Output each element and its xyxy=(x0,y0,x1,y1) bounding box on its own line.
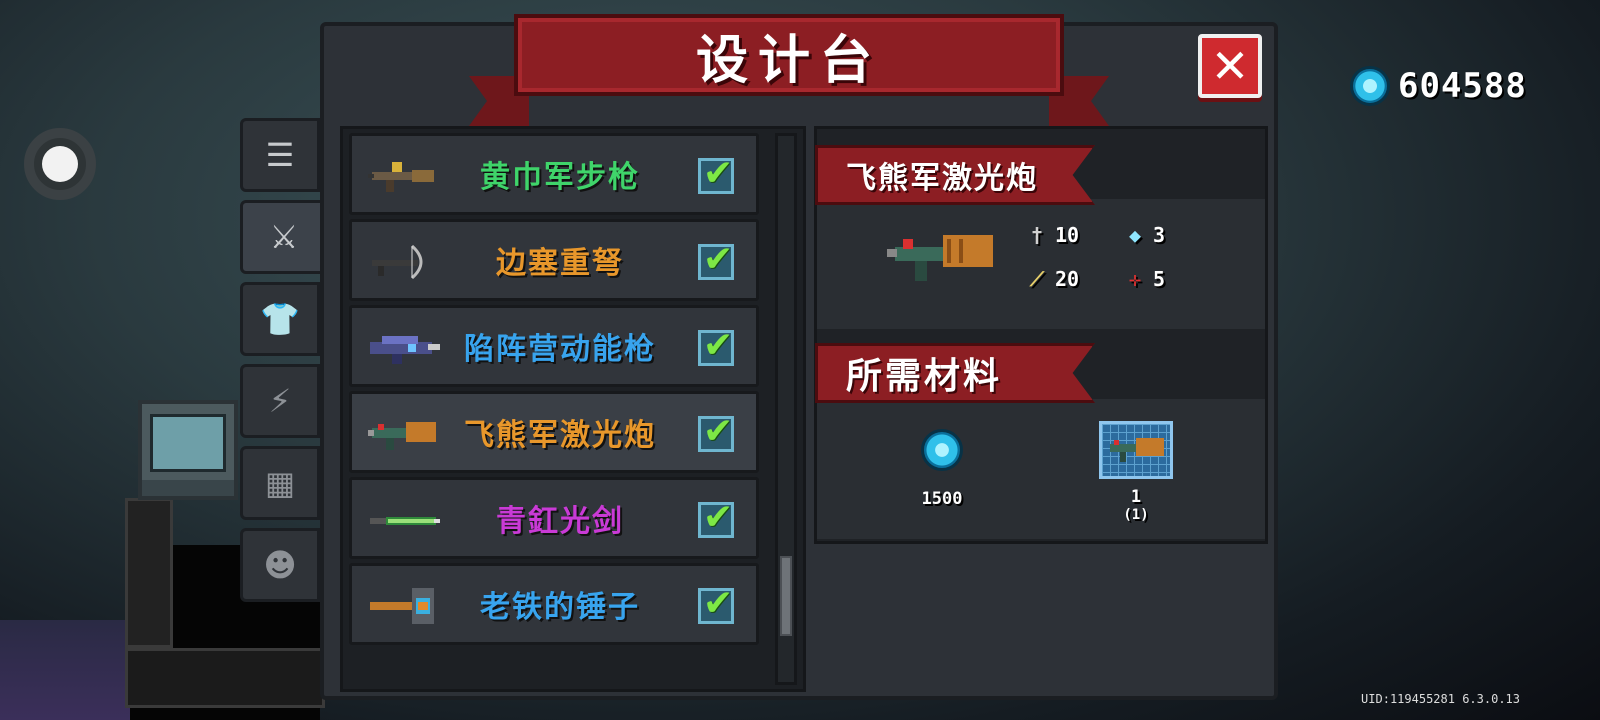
monitor-base xyxy=(142,480,234,496)
joystick-knob[interactable] xyxy=(42,146,78,182)
recipe-name: 黄巾军步枪 xyxy=(480,160,640,195)
material-blueprint: 1 (1) xyxy=(1099,421,1173,523)
laser-cannon-preview-icon xyxy=(887,235,993,281)
tab-weapons[interactable]: ⚔ xyxy=(240,200,328,274)
checkmark-icon: ✔ xyxy=(703,497,734,538)
dialog-title: 设计台 xyxy=(695,30,882,91)
title-ribbon: 设计台 xyxy=(514,14,1064,96)
materials-banner: 所需材料 xyxy=(815,343,1095,403)
checkmark-icon: ✔ xyxy=(703,325,734,366)
computer-monitor xyxy=(138,400,238,500)
recipe-item-3[interactable]: 飞熊军激光炮 ✔ xyxy=(349,391,759,473)
uid-version-label: UID:119455281 6.3.0.13 xyxy=(1361,692,1520,706)
tab-list[interactable]: ☰ xyxy=(240,118,320,192)
checkmark-icon: ✔ xyxy=(703,583,734,624)
diamond-icon: ◆ xyxy=(1128,223,1142,247)
energy-gun-icon xyxy=(370,336,440,364)
scroll-thumb[interactable] xyxy=(780,556,792,636)
recipe-list-scrollbar[interactable] xyxy=(775,133,797,685)
checkbox[interactable]: ✔ xyxy=(698,239,734,280)
material-gems: 1500 xyxy=(921,429,963,509)
checkbox[interactable]: ✔ xyxy=(698,153,734,194)
close-x-icon: ✕ xyxy=(1210,39,1250,93)
monitor-screen xyxy=(150,414,226,472)
tab-skills[interactable]: ⚡ xyxy=(240,364,320,438)
armor-icon: 👕 xyxy=(260,300,300,338)
stat-damage: † 10 xyxy=(1025,223,1079,247)
stat-energy: ◆ 3 xyxy=(1123,223,1165,247)
floor-bar xyxy=(125,648,325,708)
close-button[interactable]: ✕ xyxy=(1198,34,1262,98)
recipe-item-2[interactable]: 陷阵营动能枪 ✔ xyxy=(349,305,759,387)
lightsaber-icon xyxy=(370,517,440,525)
materials-icon: ▦ xyxy=(264,464,296,502)
checkmark-icon: ✔ xyxy=(703,411,734,452)
recipe-item-5[interactable]: 老铁的锤子 ✔ xyxy=(349,563,759,645)
tab-materials[interactable]: ▦ xyxy=(240,446,320,520)
weapon-name-banner: 飞熊军激光炮 xyxy=(815,145,1095,205)
blue-gem-icon xyxy=(921,429,963,471)
checkbox[interactable]: ✔ xyxy=(698,325,734,366)
hammer-icon xyxy=(370,588,434,624)
lightning-icon: ⚡ xyxy=(268,382,292,420)
recipe-item-4[interactable]: 青釭光剑 ✔ xyxy=(349,477,759,559)
recipe-name: 飞熊军激光炮 xyxy=(464,418,656,453)
crossbow-icon xyxy=(372,244,423,280)
accuracy-value: 5 xyxy=(1153,267,1166,291)
checkbox[interactable]: ✔ xyxy=(698,411,734,452)
recipe-list[interactable]: 黄巾军步枪 ✔ 边塞重弩 ✔ 陷阵营动能枪 ✔ 飞熊军激光炮 ✔ 青釭光剑 ✔ … xyxy=(340,126,806,692)
tab-characters[interactable]: ☻ xyxy=(240,528,320,602)
currency-display: 604588 xyxy=(1350,66,1527,106)
list-icon: ☰ xyxy=(265,136,295,174)
blue-gem-icon xyxy=(1350,66,1390,106)
crit-blade-icon: ⟋ xyxy=(1030,267,1044,291)
recipe-name: 老铁的锤子 xyxy=(480,590,640,625)
currency-amount: 604588 xyxy=(1398,66,1527,106)
checkbox[interactable]: ✔ xyxy=(698,583,734,624)
checkmark-icon: ✔ xyxy=(703,239,734,280)
recipe-name: 青釭光剑 xyxy=(496,504,624,539)
tab-armor[interactable]: 👕 xyxy=(240,282,320,356)
material-qty: 1 xyxy=(1130,487,1142,507)
recipe-item-0[interactable]: 黄巾军步枪 ✔ xyxy=(349,133,759,215)
rifle-icon xyxy=(368,162,434,192)
stat-accuracy: ✛ 5 xyxy=(1123,267,1165,291)
checkmark-icon: ✔ xyxy=(703,153,734,194)
virtual-joystick[interactable] xyxy=(24,128,96,200)
weapon-stats-box xyxy=(817,199,1265,329)
recipe-item-1[interactable]: 边塞重弩 ✔ xyxy=(349,219,759,301)
wall-block xyxy=(125,498,173,648)
energy-value: 3 xyxy=(1153,223,1166,247)
blueprint-icon xyxy=(1099,421,1173,479)
recipe-name: 边塞重弩 xyxy=(496,246,624,281)
critical-value: 20 xyxy=(1055,267,1080,291)
materials-box xyxy=(817,399,1265,539)
sword-icon: † xyxy=(1030,223,1044,247)
material-owned: (1) xyxy=(1123,507,1149,523)
stat-critical: ⟋ 20 xyxy=(1025,267,1079,291)
recipe-name: 陷阵营动能枪 xyxy=(464,332,656,367)
laser-cannon-icon xyxy=(368,422,436,450)
crosshair-icon: ✛ xyxy=(1128,267,1142,291)
crafting-panel: 设计台 ✕ 黄巾军步枪 ✔ 边塞重弩 ✔ 陷阵营动能枪 ✔ 飞熊军激光炮 ✔ 青… xyxy=(320,14,1278,700)
weapon-icon: ⚔ xyxy=(269,218,299,256)
checkbox[interactable]: ✔ xyxy=(698,497,734,538)
material-qty: 1500 xyxy=(921,489,963,509)
damage-value: 10 xyxy=(1055,223,1080,247)
character-icon: ☻ xyxy=(263,546,297,584)
weapon-detail: 飞熊军激光炮 † 10 ◆ 3 ⟋ 20 ✛ 5 所需材料 1500 1 (1) xyxy=(814,126,1268,544)
